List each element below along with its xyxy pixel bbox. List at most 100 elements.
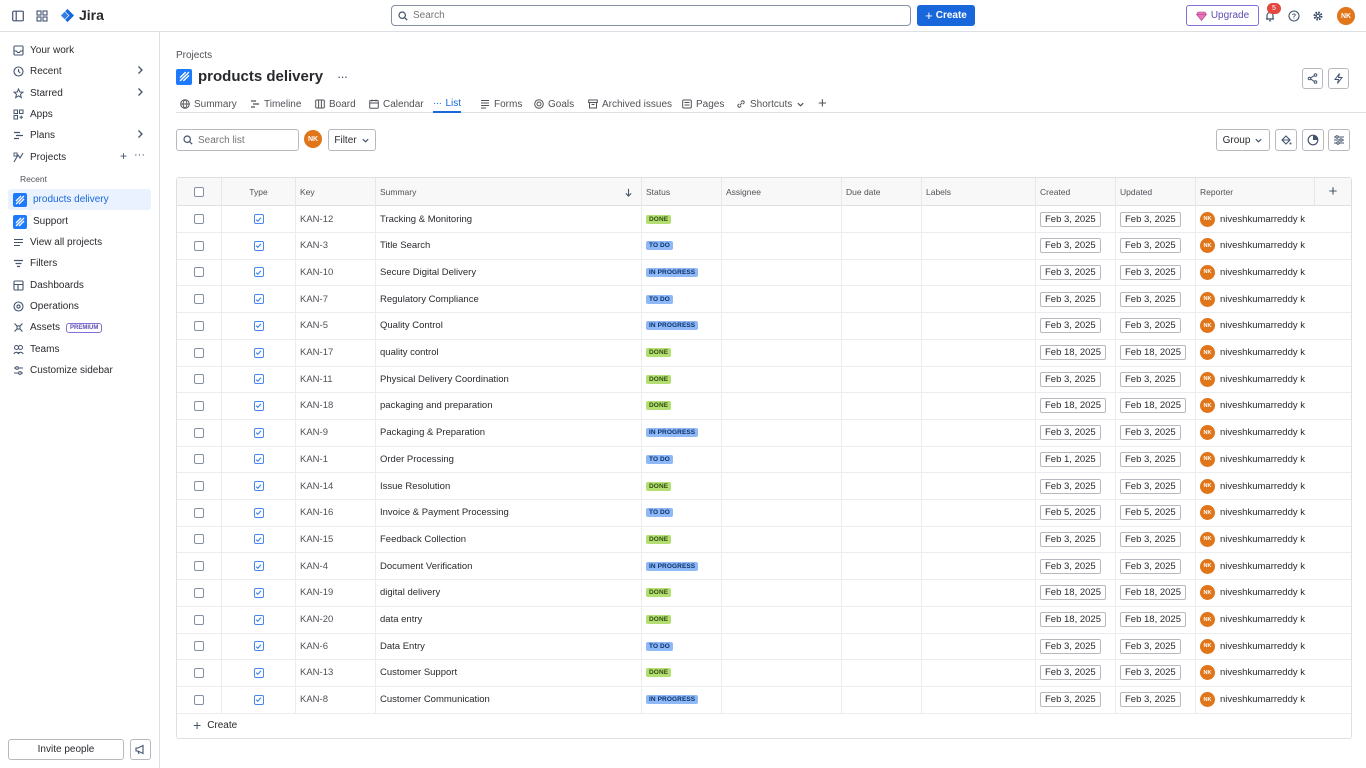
reporter-cell[interactable]: NK niveshkumarreddy k bbox=[1196, 420, 1315, 446]
sidebar-item-operations[interactable]: Operations bbox=[8, 296, 151, 317]
table-row[interactable]: KAN-5 Quality Control IN PROGRESS Feb 3, 20… bbox=[177, 312, 1351, 340]
table-row[interactable]: KAN-7 Regulatory Compliance TO DO Feb 3, 20… bbox=[177, 286, 1351, 314]
row-checkbox[interactable] bbox=[194, 400, 204, 411]
sidebar-item-projects[interactable]: Projects + ··· bbox=[8, 147, 151, 168]
issue-summary[interactable]: quality control bbox=[376, 339, 642, 366]
labels-cell[interactable] bbox=[922, 339, 1036, 366]
reporter-cell[interactable]: NK niveshkumarreddy k bbox=[1196, 446, 1315, 472]
table-row[interactable]: KAN-8 Customer Communication IN PROGRESS Fe… bbox=[177, 686, 1351, 714]
reporter-cell[interactable]: NK niveshkumarreddy k bbox=[1196, 366, 1315, 392]
table-row[interactable]: KAN-19 digital delivery DONE Feb 18, 2025 Fe… bbox=[177, 579, 1351, 607]
due-date-cell[interactable] bbox=[842, 232, 922, 259]
assignee-cell[interactable] bbox=[722, 686, 842, 713]
sidebar-item-starred[interactable]: Starred bbox=[8, 83, 151, 104]
status-cell[interactable]: DONE bbox=[642, 206, 722, 232]
status-badge[interactable]: IN PROGRESS bbox=[646, 321, 699, 331]
status-badge[interactable]: IN PROGRESS bbox=[646, 428, 699, 438]
row-checkbox[interactable] bbox=[194, 267, 204, 278]
table-row[interactable]: KAN-17 quality control DONE Feb 18, 2025 Feb… bbox=[177, 339, 1351, 367]
reporter-cell[interactable]: NK niveshkumarreddy k bbox=[1196, 233, 1315, 259]
table-row[interactable]: KAN-1 Order Processing TO DO Feb 1, 2025 Feb… bbox=[177, 446, 1351, 474]
labels-cell[interactable] bbox=[922, 526, 1036, 553]
issue-key[interactable]: KAN-15 bbox=[296, 526, 376, 553]
tab-pages[interactable]: Pages bbox=[682, 95, 724, 113]
issue-key[interactable]: KAN-17 bbox=[296, 339, 376, 366]
due-date-cell[interactable] bbox=[842, 606, 922, 633]
app-switcher-icon[interactable] bbox=[33, 7, 51, 25]
issue-summary[interactable]: Regulatory Compliance bbox=[376, 286, 642, 313]
sidebar-toggle-icon[interactable] bbox=[9, 7, 27, 25]
due-date-cell[interactable] bbox=[842, 312, 922, 339]
row-checkbox[interactable] bbox=[194, 294, 204, 305]
due-date-cell[interactable] bbox=[842, 526, 922, 553]
status-cell[interactable]: TO DO bbox=[642, 446, 722, 473]
issue-key[interactable]: KAN-3 bbox=[296, 232, 376, 259]
tab-list[interactable]: ··· List bbox=[433, 95, 462, 113]
issue-key[interactable]: KAN-8 bbox=[296, 686, 376, 713]
column-header-created[interactable]: Created bbox=[1036, 178, 1116, 206]
column-header-status[interactable]: Status bbox=[642, 178, 722, 206]
table-row[interactable]: KAN-18 packaging and preparation DONE Feb 1… bbox=[177, 392, 1351, 420]
issue-key[interactable]: KAN-18 bbox=[296, 392, 376, 419]
issue-key[interactable]: KAN-1 bbox=[296, 446, 376, 473]
list-search-input[interactable] bbox=[198, 134, 293, 146]
table-row[interactable]: KAN-10 Secure Digital Delivery IN PROGRESS… bbox=[177, 259, 1351, 287]
tab-board[interactable]: Board bbox=[315, 95, 356, 113]
row-checkbox[interactable] bbox=[194, 507, 204, 518]
status-cell[interactable]: DONE bbox=[642, 579, 722, 606]
help-icon[interactable]: ? bbox=[1285, 7, 1303, 25]
row-checkbox[interactable] bbox=[194, 481, 204, 491]
sidebar-project-support[interactable]: Support bbox=[8, 211, 151, 232]
reporter-cell[interactable]: NK niveshkumarreddy k bbox=[1196, 313, 1315, 339]
due-date-cell[interactable] bbox=[842, 259, 922, 286]
reporter-cell[interactable]: NK niveshkumarreddy k bbox=[1196, 660, 1315, 686]
assignee-cell[interactable] bbox=[722, 473, 842, 499]
table-row[interactable]: KAN-14 Issue Resolution DONE Feb 3, 2025 Feb… bbox=[177, 473, 1351, 500]
column-header-key[interactable]: Key bbox=[296, 178, 376, 206]
sidebar-item-your-work[interactable]: Your work bbox=[8, 40, 151, 61]
issue-key[interactable]: KAN-9 bbox=[296, 419, 376, 446]
table-row[interactable]: KAN-15 Feedback Collection DONE Feb 3, 2025… bbox=[177, 526, 1351, 554]
assignee-cell[interactable] bbox=[722, 392, 842, 419]
add-column-button[interactable]: + bbox=[1315, 178, 1351, 206]
sidebar-item-dashboards[interactable]: Dashboards bbox=[8, 275, 151, 296]
status-badge[interactable]: TO DO bbox=[646, 294, 673, 304]
status-cell[interactable]: TO DO bbox=[642, 286, 722, 313]
reporter-cell[interactable]: NK niveshkumarreddy k bbox=[1196, 633, 1315, 659]
issue-summary[interactable]: Customer Communication bbox=[376, 686, 642, 713]
status-badge[interactable]: DONE bbox=[646, 588, 672, 598]
labels-cell[interactable] bbox=[922, 366, 1036, 393]
labels-cell[interactable] bbox=[922, 286, 1036, 313]
assignee-cell[interactable] bbox=[722, 339, 842, 366]
view-settings-button[interactable] bbox=[1328, 129, 1350, 151]
assignee-cell[interactable] bbox=[722, 606, 842, 633]
assignee-cell[interactable] bbox=[722, 446, 842, 473]
labels-cell[interactable] bbox=[922, 446, 1036, 473]
due-date-cell[interactable] bbox=[842, 419, 922, 446]
status-cell[interactable]: DONE bbox=[642, 659, 722, 686]
status-badge[interactable]: DONE bbox=[646, 534, 672, 544]
table-row[interactable]: KAN-20 data entry DONE Feb 18, 2025 Feb 18, … bbox=[177, 606, 1351, 634]
reporter-cell[interactable]: NK niveshkumarreddy k bbox=[1196, 393, 1315, 419]
labels-cell[interactable] bbox=[922, 392, 1036, 419]
assignee-cell[interactable] bbox=[722, 259, 842, 286]
reporter-cell[interactable]: NK niveshkumarreddy k bbox=[1196, 687, 1315, 713]
due-date-cell[interactable] bbox=[842, 446, 922, 473]
labels-cell[interactable] bbox=[922, 579, 1036, 606]
status-badge[interactable]: TO DO bbox=[646, 241, 673, 251]
assignee-cell[interactable] bbox=[722, 553, 842, 580]
due-date-cell[interactable] bbox=[842, 553, 922, 580]
labels-cell[interactable] bbox=[922, 473, 1036, 499]
due-date-cell[interactable] bbox=[842, 579, 922, 606]
sidebar-view-all-projects[interactable]: View all projects bbox=[8, 232, 151, 253]
labels-cell[interactable] bbox=[922, 206, 1036, 232]
row-checkbox[interactable] bbox=[194, 614, 204, 625]
sidebar-item-plans[interactable]: Plans bbox=[8, 125, 151, 146]
issue-summary[interactable]: Customer Support bbox=[376, 659, 642, 686]
status-cell[interactable]: DONE bbox=[642, 526, 722, 553]
add-tab-button[interactable]: + bbox=[818, 95, 827, 113]
status-cell[interactable]: IN PROGRESS bbox=[642, 312, 722, 339]
row-checkbox[interactable] bbox=[194, 214, 204, 224]
labels-cell[interactable] bbox=[922, 312, 1036, 339]
color-fill-button[interactable] bbox=[1275, 129, 1297, 151]
